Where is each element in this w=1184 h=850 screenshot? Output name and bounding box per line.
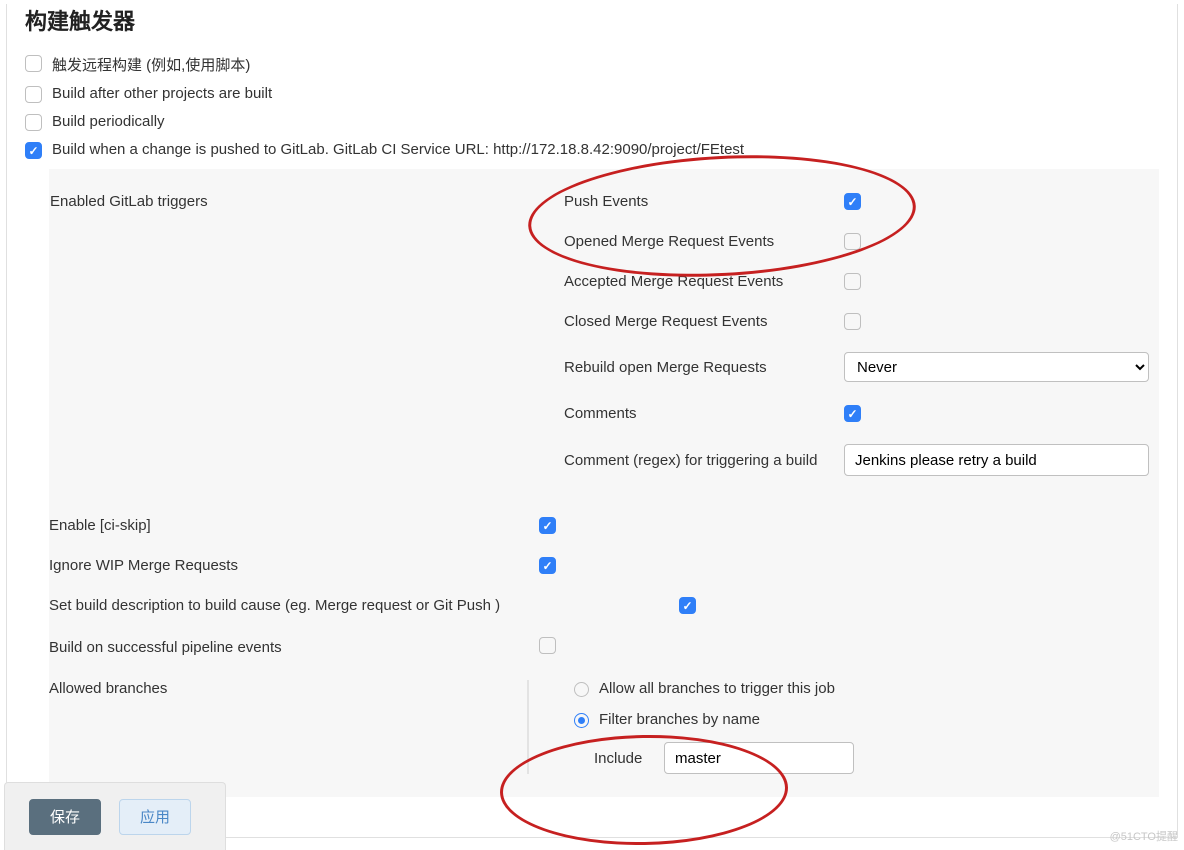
ci-skip-label: Enable [ci-skip] [49,517,151,534]
trigger-remote-label: 触发远程构建 (例如,使用脚本) [52,54,250,75]
set-desc-checkbox[interactable] [679,597,696,614]
allowed-branches-heading: Allowed branches [49,680,167,697]
trigger-row-after-projects: Build after other projects are built [25,85,1159,103]
comments-checkbox[interactable] [844,405,861,422]
section-title: 构建触发器 [25,4,1159,36]
closed-mr-checkbox[interactable] [844,313,861,330]
opened-mr-label: Opened Merge Request Events [564,233,774,250]
apply-button[interactable]: 应用 [119,799,191,835]
trigger-row-remote: 触发远程构建 (例如,使用脚本) [25,54,1159,75]
comments-label: Comments [564,405,637,422]
rebuild-open-mr-select[interactable]: Never [844,352,1149,382]
trigger-after-projects-label: Build after other projects are built [52,85,272,102]
branch-allow-all-row: Allow all branches to trigger this job [574,680,1159,697]
rebuild-open-mr-label: Rebuild open Merge Requests [564,359,767,376]
trigger-after-projects-checkbox[interactable] [25,86,42,103]
branch-allow-all-label: Allow all branches to trigger this job [599,680,835,697]
opened-mr-checkbox[interactable] [844,233,861,250]
save-button[interactable]: 保存 [29,799,101,835]
branch-filter-name-radio[interactable] [574,713,589,728]
accepted-mr-checkbox[interactable] [844,273,861,290]
comment-regex-label: Comment (regex) for triggering a build [564,452,817,469]
trigger-gitlab-checkbox[interactable] [25,142,42,159]
branch-include-input[interactable] [664,742,854,774]
branch-filter-name-row: Filter branches by name [574,711,1159,728]
trigger-remote-checkbox[interactable] [25,55,42,72]
pipeline-events-checkbox[interactable] [539,637,556,654]
trigger-row-gitlab: Build when a change is pushed to GitLab.… [25,141,1159,159]
branch-allow-all-radio[interactable] [574,682,589,697]
enabled-triggers-heading: Enabled GitLab triggers [50,193,208,210]
button-bar: 保存 应用 [4,782,226,850]
branch-include-label: Include [594,750,664,767]
accepted-mr-label: Accepted Merge Request Events [564,273,783,290]
ci-skip-checkbox[interactable] [539,517,556,534]
ignore-wip-checkbox[interactable] [539,557,556,574]
closed-mr-label: Closed Merge Request Events [564,313,767,330]
gitlab-subsection: Enabled GitLab triggers Push Events Open… [49,169,1159,797]
comment-regex-input[interactable] [844,444,1149,476]
push-events-label: Push Events [564,193,648,210]
set-desc-label: Set build description to build cause (eg… [49,597,500,614]
branch-filter-name-label: Filter branches by name [599,711,760,728]
ignore-wip-label: Ignore WIP Merge Requests [49,557,238,574]
pipeline-events-label: Build on successful pipeline events [49,639,282,656]
watermark: @51CTO提醒 [1110,828,1178,844]
push-events-checkbox[interactable] [844,193,861,210]
trigger-row-periodic: Build periodically [25,113,1159,131]
trigger-periodic-checkbox[interactable] [25,114,42,131]
trigger-periodic-label: Build periodically [52,113,165,130]
trigger-gitlab-label: Build when a change is pushed to GitLab.… [52,141,744,158]
branch-include-row: Include [594,742,1159,774]
